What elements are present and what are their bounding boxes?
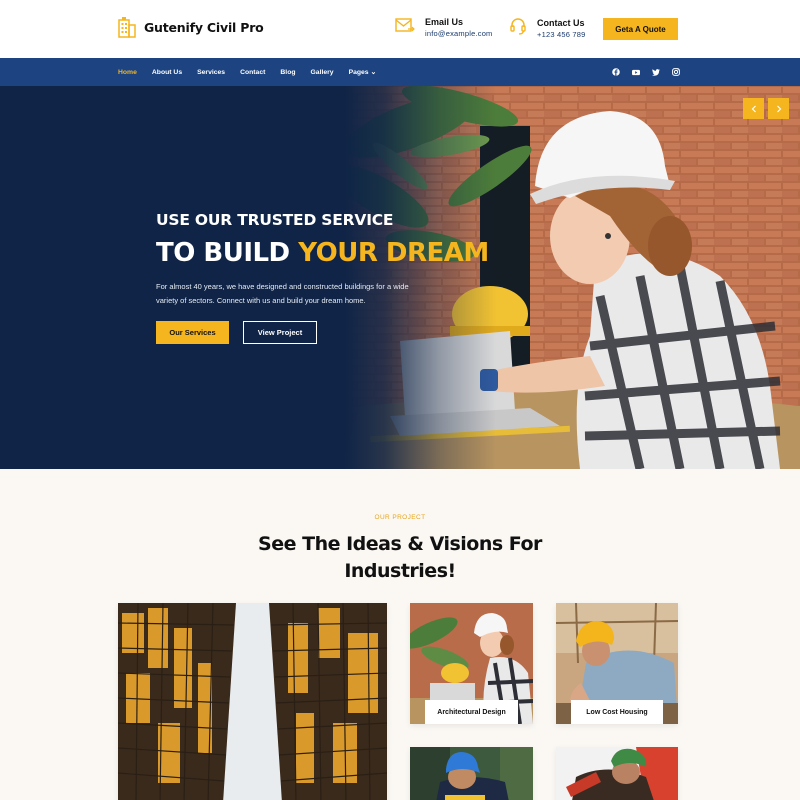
- nav-item-services[interactable]: Services: [197, 69, 225, 76]
- nav-item-gallery[interactable]: Gallery: [311, 69, 334, 76]
- facebook-icon[interactable]: [612, 68, 620, 76]
- site-header: Gutenify Civil Pro Email Us info@example…: [0, 0, 800, 58]
- mail-icon: [395, 17, 415, 38]
- building-icon: [118, 16, 136, 38]
- brand-name: Gutenify Civil Pro: [144, 19, 264, 35]
- section-eyebrow: OUR PROJECT: [374, 514, 426, 521]
- hero-section: USE OUR TRUSTED SERVICE TO BUILD YOUR DR…: [0, 86, 800, 469]
- email-title: Email Us: [425, 17, 464, 27]
- twitter-icon[interactable]: [652, 68, 660, 76]
- youtube-icon[interactable]: [632, 68, 640, 76]
- phone-title: Contact Us: [537, 18, 585, 28]
- nav-item-blog[interactable]: Blog: [280, 69, 295, 76]
- headset-icon: [509, 17, 527, 40]
- hero-title-highlight: YOUR DREAM: [298, 238, 489, 268]
- email-contact[interactable]: Email Us info@example.com: [395, 17, 493, 38]
- slider-prev-button[interactable]: [743, 98, 764, 119]
- nav-menu: Home About Us Services Contact Blog Gall…: [118, 58, 376, 86]
- project-card-label: Low Cost Housing: [571, 700, 663, 724]
- project-image: [118, 603, 387, 800]
- section-title: See The Ideas & Visions For Industries!: [258, 533, 542, 582]
- project-card-worker-red[interactable]: [556, 747, 678, 800]
- projects-section: OUR PROJECT See The Ideas & Visions For …: [0, 469, 800, 800]
- chevron-left-icon: [750, 100, 758, 118]
- view-project-button[interactable]: View Project: [243, 321, 317, 344]
- hero-description: For almost 40 years, we have designed an…: [156, 282, 409, 305]
- phone-value[interactable]: +123 456 789: [537, 30, 586, 39]
- nav-item-about-us[interactable]: About Us: [152, 69, 182, 76]
- project-image: [556, 747, 678, 800]
- project-card-label: Architectural Design: [425, 700, 518, 724]
- project-card-towers[interactable]: [118, 603, 387, 800]
- project-card-architectural-design[interactable]: Architectural Design: [410, 603, 533, 724]
- hero-subtitle: USE OUR TRUSTED SERVICE: [156, 211, 394, 229]
- phone-contact[interactable]: Contact Us +123 456 789: [509, 17, 586, 40]
- our-services-button[interactable]: Our Services: [156, 321, 229, 344]
- main-nav: Home About Us Services Contact Blog Gall…: [0, 58, 800, 86]
- instagram-icon[interactable]: [672, 68, 680, 76]
- email-value[interactable]: info@example.com: [425, 29, 493, 38]
- slider-next-button[interactable]: [768, 98, 789, 119]
- hero-overlay: [0, 86, 800, 469]
- hero-title-prefix: TO BUILD: [156, 238, 299, 268]
- project-image: [410, 747, 533, 800]
- chevron-right-icon: [775, 100, 783, 118]
- get-quote-button[interactable]: Geta A Quote: [603, 18, 678, 40]
- hero-title: TO BUILD YOUR DREAM: [156, 238, 489, 268]
- site-logo[interactable]: Gutenify Civil Pro: [118, 16, 264, 38]
- nav-item-home[interactable]: Home: [118, 69, 137, 76]
- project-card-worker-blue-helmet[interactable]: [410, 747, 533, 800]
- nav-item-pages[interactable]: Pages ⌄: [349, 68, 377, 76]
- nav-item-contact[interactable]: Contact: [240, 69, 265, 76]
- project-card-low-cost-housing[interactable]: Low Cost Housing: [556, 603, 678, 724]
- social-links: [612, 58, 680, 86]
